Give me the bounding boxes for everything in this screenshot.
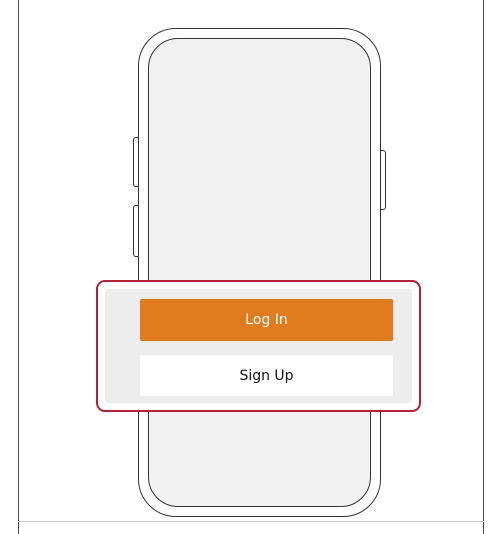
signup-button[interactable]: Sign Up — [140, 355, 393, 396]
frame-right-border — [483, 0, 484, 534]
login-button-label: Log In — [245, 312, 288, 328]
signup-button-label: Sign Up — [239, 367, 294, 384]
frame-bottom-border — [18, 521, 484, 522]
phone-screen — [148, 38, 371, 507]
login-button[interactable]: Log In — [140, 299, 393, 341]
frame-left-border — [18, 0, 19, 534]
